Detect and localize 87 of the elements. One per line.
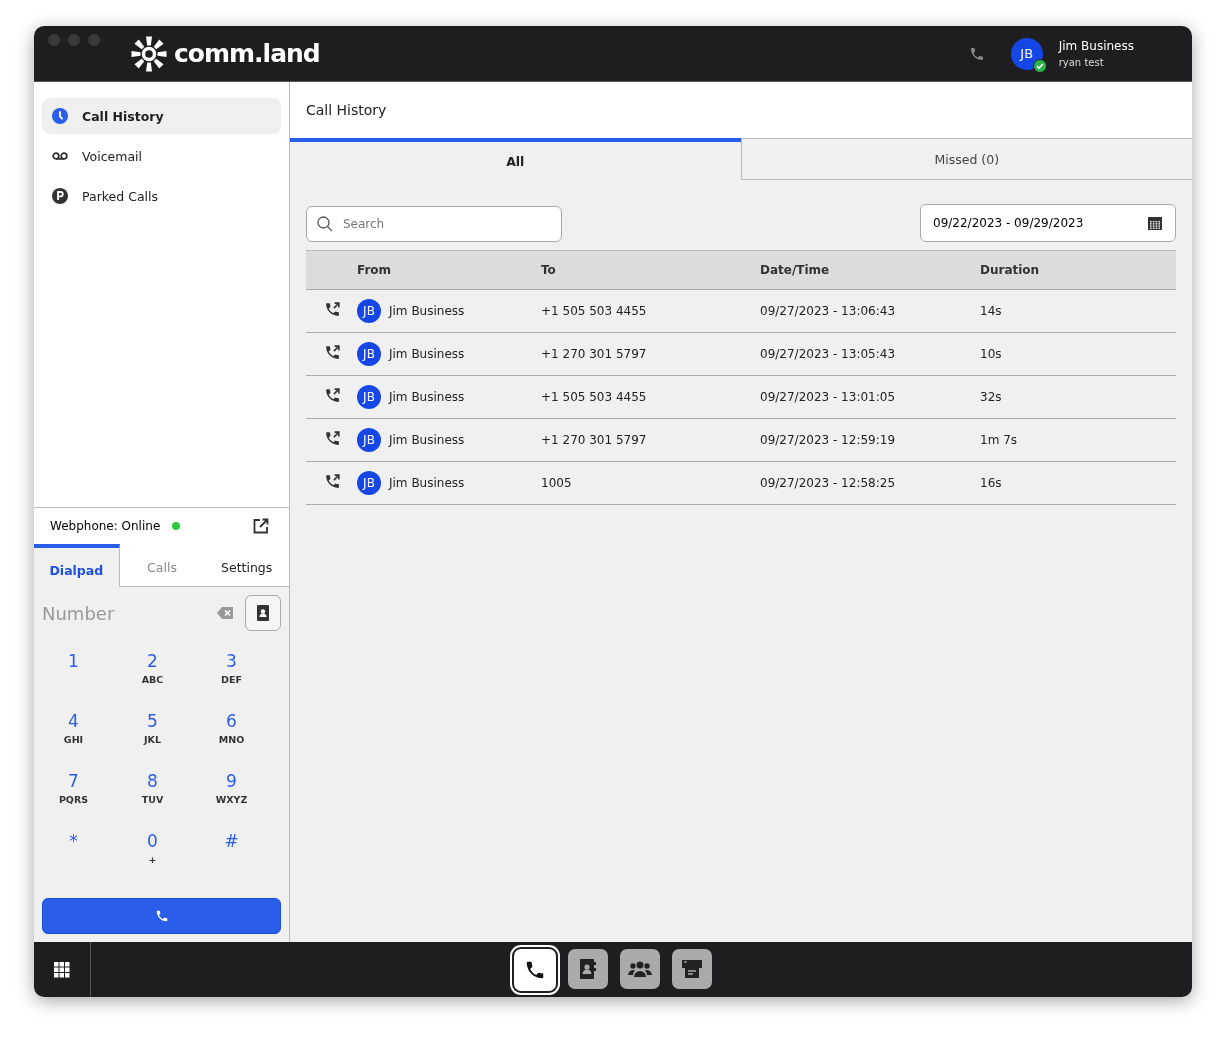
- table-cell: 09/27/2023 - 13:05:43: [760, 347, 896, 361]
- contact-book-icon: [580, 958, 596, 979]
- filter-tab[interactable]: Missed (0): [740, 139, 1192, 180]
- dialpad-key[interactable]: 5: [147, 711, 158, 731]
- dialpad-key[interactable]: 0: [147, 831, 158, 851]
- phone-icon: [154, 909, 169, 923]
- table-cell: 09/27/2023 - 12:59:19: [760, 433, 896, 447]
- key-letters: PQRS: [58, 794, 89, 805]
- key-letters: JKL: [144, 734, 161, 745]
- table-cell: 32s: [980, 390, 1002, 404]
- sidebar-item[interactable]: Parked Calls: [42, 178, 281, 214]
- table-cell: Jim Business: [389, 476, 465, 490]
- key-letters: +: [148, 854, 157, 865]
- table-cell: 10s: [980, 347, 1002, 361]
- dialpad-key[interactable]: 3: [226, 651, 237, 671]
- webphone-status: Webphone: Online: [50, 519, 161, 533]
- column-header[interactable]: Duration: [980, 263, 1040, 277]
- number-field[interactable]: Number: [42, 602, 205, 624]
- dock-button[interactable]: [620, 948, 660, 989]
- outgoing-call-icon: [324, 344, 341, 361]
- fax-icon: [681, 958, 703, 979]
- calendar-icon: [1147, 215, 1163, 231]
- dialpad-key[interactable]: 2: [147, 651, 158, 671]
- contact-avatar: JB: [357, 342, 381, 366]
- table-cell: 14s: [980, 304, 1002, 318]
- parking-icon: [52, 188, 68, 204]
- dialpad-key[interactable]: 8: [147, 771, 158, 791]
- dialpad-key[interactable]: 6: [226, 711, 237, 731]
- contact-book-icon: [257, 605, 269, 621]
- table-cell: Jim Business: [389, 433, 465, 447]
- column-header[interactable]: To: [541, 263, 556, 277]
- table-cell: +1 505 503 4455: [541, 390, 647, 404]
- key-letters: TUV: [141, 794, 164, 805]
- contact-avatar: JB: [357, 471, 381, 495]
- key-letters: MNO: [218, 734, 245, 745]
- page-title: Call History: [290, 82, 1192, 138]
- sidebar-item[interactable]: Voicemail: [42, 138, 281, 174]
- dialpad-key[interactable]: 9: [226, 771, 237, 791]
- logo-text: comm.land: [174, 39, 320, 68]
- contacts-button[interactable]: [245, 595, 281, 631]
- table-cell: Jim Business: [389, 347, 465, 361]
- key-letters: ABC: [141, 674, 164, 685]
- sidebar-item[interactable]: Call History: [42, 98, 281, 134]
- backspace-icon[interactable]: [217, 607, 233, 619]
- dialpad-key[interactable]: 7: [68, 771, 79, 791]
- outgoing-call-icon: [324, 387, 341, 404]
- table-cell: +1 505 503 4455: [541, 304, 647, 318]
- dialpad-key[interactable]: 1: [68, 651, 79, 671]
- webphone-tab[interactable]: Dialpad: [34, 544, 120, 587]
- outgoing-call-icon: [324, 473, 341, 490]
- search-icon: [317, 216, 333, 232]
- key-letters: DEF: [221, 674, 242, 685]
- contact-avatar: JB: [357, 299, 381, 323]
- outgoing-call-icon: [324, 301, 341, 318]
- contact-avatar: JB: [357, 428, 381, 452]
- date-range-field[interactable]: 09/22/2023 - 09/29/2023: [920, 204, 1176, 242]
- table-cell: 09/27/2023 - 13:01:05: [760, 390, 896, 404]
- column-header[interactable]: From: [357, 263, 392, 277]
- dialpad-key[interactable]: #: [224, 831, 239, 851]
- phone-icon[interactable]: [968, 45, 985, 62]
- dialpad-key[interactable]: *: [69, 831, 78, 851]
- outgoing-call-icon: [324, 430, 341, 447]
- table-cell: 1m 7s: [980, 433, 1018, 447]
- logo-icon: [130, 34, 168, 73]
- table-cell: +1 270 301 5797: [541, 433, 647, 447]
- table-cell: +1 270 301 5797: [541, 347, 647, 361]
- dock-button[interactable]: [568, 948, 608, 989]
- table-cell: 16s: [980, 476, 1002, 490]
- external-link-icon[interactable]: [253, 518, 269, 534]
- table-cell: Jim Business: [389, 304, 465, 318]
- search-field[interactable]: Search: [306, 206, 562, 242]
- group-icon: [628, 959, 652, 978]
- key-letters: WXYZ: [215, 794, 248, 805]
- table-cell: 1005: [541, 476, 572, 490]
- contact-avatar: JB: [357, 385, 381, 409]
- user-subtitle: ryan test: [1058, 57, 1105, 68]
- clock-icon: [52, 108, 68, 124]
- table-cell: 09/27/2023 - 13:06:43: [760, 304, 896, 318]
- dialpad-key[interactable]: 4: [68, 711, 79, 731]
- app-grid-icon[interactable]: [54, 961, 70, 978]
- table-cell: Jim Business: [389, 390, 465, 404]
- column-header[interactable]: Date/Time: [760, 263, 830, 277]
- key-letters: GHI: [63, 734, 84, 745]
- dock-button[interactable]: [672, 948, 712, 989]
- table-cell: 09/27/2023 - 12:58:25: [760, 476, 896, 490]
- voicemail-icon: [52, 152, 68, 160]
- user-name: Jim Business: [1058, 39, 1134, 53]
